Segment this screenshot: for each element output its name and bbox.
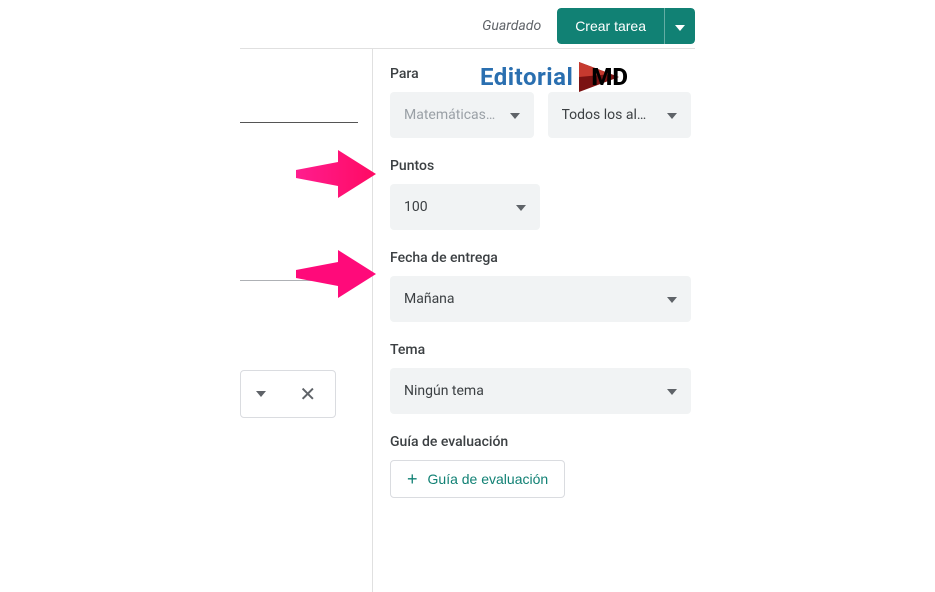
due-date-dropdown[interactable]: Mañana — [390, 276, 691, 322]
add-rubric-button[interactable]: + Guía de evaluación — [390, 460, 565, 498]
caret-down-icon — [516, 199, 526, 215]
saved-status: Guardado — [482, 18, 541, 34]
annotation-arrow-1 — [296, 150, 376, 198]
due-date-value: Mañana — [404, 291, 455, 307]
attachment-chip[interactable]: ✕ — [240, 370, 336, 418]
class-dropdown[interactable]: Matemáticas… — [390, 92, 534, 138]
create-task-dropdown-button[interactable] — [664, 8, 695, 44]
points-value: 100 — [404, 199, 428, 215]
close-icon[interactable]: ✕ — [291, 382, 324, 406]
students-dropdown[interactable]: Todos los al… — [548, 92, 692, 138]
points-dropdown[interactable]: 100 — [390, 184, 540, 230]
assignment-sidebar: Para Matemáticas… Todos los al… Puntos 1… — [390, 60, 695, 582]
fecha-label: Fecha de entrega — [390, 250, 691, 266]
caret-down-icon — [667, 383, 677, 399]
caret-down-icon — [667, 291, 677, 307]
puntos-label: Puntos — [390, 158, 691, 174]
annotation-arrow-2 — [296, 250, 376, 298]
header-divider — [240, 48, 695, 49]
caret-down-icon[interactable] — [252, 391, 270, 397]
caret-down-icon — [510, 107, 520, 123]
input-underline-2 — [240, 280, 358, 281]
students-dropdown-value: Todos los al… — [562, 107, 647, 123]
rubric-label: Guía de evaluación — [390, 434, 691, 450]
create-task-split-button[interactable]: Crear tarea — [557, 8, 695, 44]
para-label: Para — [390, 66, 691, 82]
caret-down-icon — [667, 107, 677, 123]
add-rubric-button-label: Guía de evaluación — [428, 471, 549, 487]
topic-dropdown[interactable]: Ningún tema — [390, 368, 691, 414]
input-underline-1 — [240, 122, 358, 123]
tema-label: Tema — [390, 342, 691, 358]
topic-value: Ningún tema — [404, 383, 484, 399]
create-task-button[interactable]: Crear tarea — [557, 8, 664, 44]
caret-down-icon — [675, 19, 685, 34]
class-dropdown-value: Matemáticas… — [404, 107, 495, 123]
sidebar-divider — [372, 48, 373, 592]
